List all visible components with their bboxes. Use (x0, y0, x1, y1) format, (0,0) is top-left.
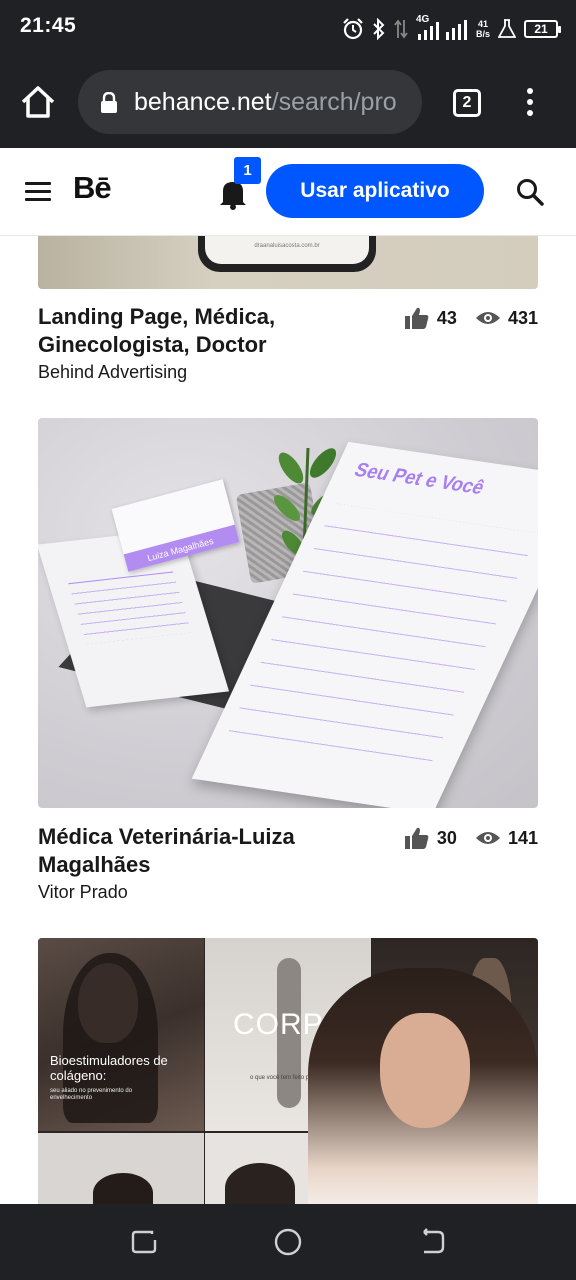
url-text: behance.net/search/pro (134, 88, 397, 117)
views-count: 141 (507, 827, 538, 848)
bluetooth-icon (373, 18, 385, 40)
status-icons: 4G 41 B/s 21 (342, 14, 561, 44)
collage-panel: Bioestimuladores de colágeno: seu aliado… (38, 938, 204, 1131)
thumbs-up-icon (404, 827, 429, 849)
project-thumbnail[interactable]: Bioestimuladores de colágeno: seu aliado… (38, 938, 538, 1204)
letterhead-title: Seu Pet e Você (350, 459, 488, 500)
home-button-icon[interactable] (272, 1226, 304, 1258)
project-owner[interactable]: Behind Advertising (38, 362, 187, 383)
business-card: Luiza Magalhães (111, 479, 240, 572)
signal-bars-icon (417, 20, 467, 40)
project-owner[interactable]: Vitor Prado (38, 882, 128, 903)
status-bar: 21:45 4G 41 B/s 21 (0, 0, 576, 58)
address-bar[interactable]: behance.net/search/pro (78, 70, 422, 134)
project-stats: 43 431 (404, 306, 538, 330)
panel1-heading: Bioestimuladores de colágeno: (50, 1053, 168, 1083)
behance-logo[interactable]: Bē (73, 170, 112, 206)
notification-badge: 1 (234, 157, 261, 184)
data-transfer-icon (394, 19, 408, 39)
collage-panel (38, 1133, 204, 1204)
recent-apps-icon[interactable] (128, 1226, 160, 1258)
thumbs-up-icon (404, 307, 429, 329)
panel1-sub: seu aliado no prevenimento do envelhecim… (50, 1088, 133, 1101)
project-thumbnail[interactable]: draanaluisacosta.com.br (38, 236, 538, 289)
search-icon[interactable] (516, 178, 544, 206)
phone-mockup: draanaluisacosta.com.br (198, 236, 376, 272)
hamburger-menu-icon[interactable] (25, 182, 51, 202)
likes-count: 30 (436, 827, 457, 848)
tab-switcher-button[interactable]: 2 (453, 89, 481, 117)
system-nav-bar (0, 1204, 576, 1280)
battery-icon: 21 (524, 20, 561, 38)
network-speed: 41 B/s (475, 19, 490, 39)
views-count: 431 (507, 307, 538, 328)
views-stat: 141 (475, 828, 538, 849)
likes-count: 43 (436, 307, 457, 328)
project-title[interactable]: Landing Page, Médica, Ginecologista, Doc… (38, 303, 378, 359)
project-title[interactable]: Médica Veterinária-Luiza Magalhães (38, 823, 378, 879)
likes-stat: 30 (404, 826, 457, 850)
project-stats: 30 141 (404, 826, 538, 850)
alarm-icon (343, 18, 363, 40)
eye-icon (475, 832, 500, 844)
use-app-button[interactable]: Usar aplicativo (266, 164, 484, 218)
likes-stat: 43 (404, 306, 457, 330)
home-icon[interactable] (18, 82, 58, 122)
featured-portrait (308, 968, 538, 1204)
flask-icon (498, 19, 516, 38)
signal-indicator: 4G (416, 14, 468, 41)
behance-header: Bē Usar aplicativo (0, 148, 576, 236)
eye-icon (475, 312, 500, 324)
browser-menu-icon[interactable] (522, 88, 538, 120)
project-feed: draanaluisacosta.com.br Landing Page, Mé… (0, 236, 576, 1204)
thumb-caption: draanaluisacosta.com.br (254, 243, 320, 249)
status-time: 21:45 (20, 14, 77, 37)
url-domain: behance.net (134, 88, 272, 116)
back-icon[interactable] (416, 1226, 448, 1258)
project-thumbnail[interactable]: Luiza Magalhães Seu Pet e Você (38, 418, 538, 808)
views-stat: 431 (475, 308, 538, 329)
face-shape (380, 1013, 470, 1128)
lock-icon (101, 92, 117, 113)
url-path: /search/pro (271, 88, 397, 116)
browser-toolbar: behance.net/search/pro 2 (0, 58, 576, 148)
